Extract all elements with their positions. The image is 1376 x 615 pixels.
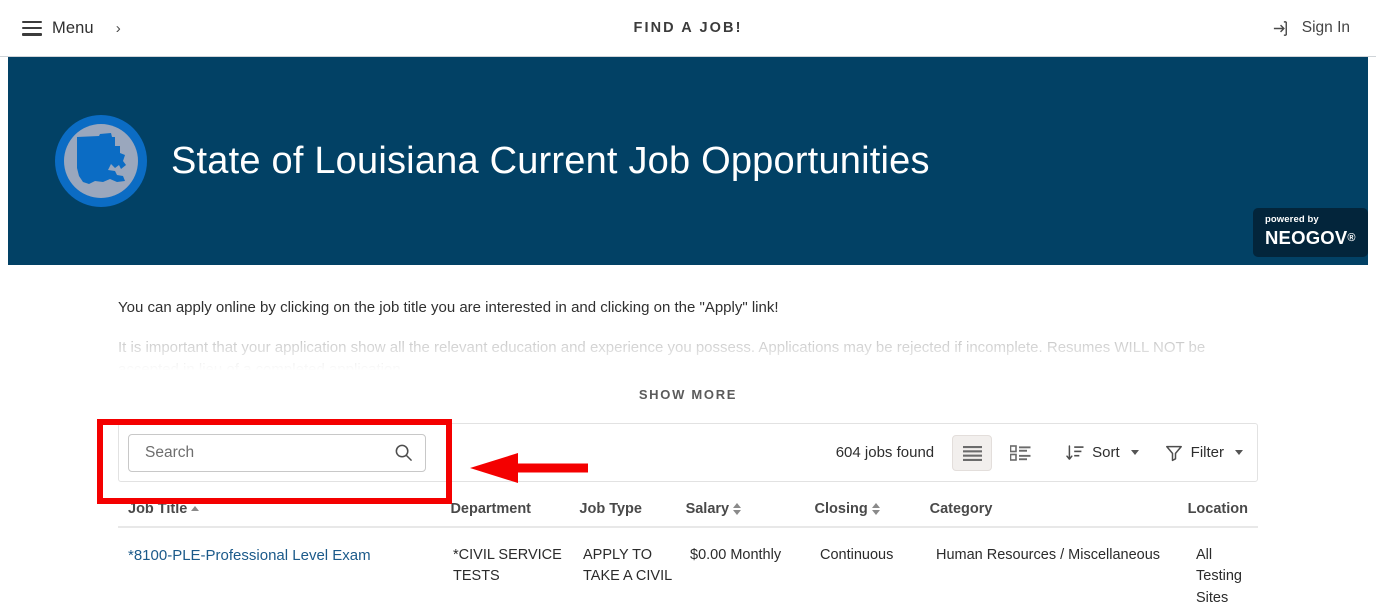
menu-button[interactable]: Menu › xyxy=(22,19,121,38)
cell-salary: $0.00 Monthly xyxy=(690,547,782,563)
page-title: FIND A JOB! xyxy=(633,20,743,36)
jobs-table: Job Title Department Job Type Salary Clo… xyxy=(118,482,1258,609)
sign-in-icon xyxy=(1273,20,1287,36)
louisiana-state-seal-icon xyxy=(53,113,149,209)
list-view-button[interactable] xyxy=(952,434,993,471)
column-header-closing[interactable]: Closing xyxy=(815,501,930,526)
sort-label: Sort xyxy=(1092,444,1120,461)
sign-in-button[interactable]: Sign In xyxy=(1272,19,1350,38)
sort-toggle-icon xyxy=(871,503,880,515)
hero-title: State of Louisiana Current Job Opportuni… xyxy=(171,139,930,182)
filter-label: Filter xyxy=(1190,444,1224,461)
results-toolbar: 604 jobs found xyxy=(118,423,1258,482)
neogov-name: NEOGOV® xyxy=(1265,226,1356,248)
chevron-right-icon: › xyxy=(115,19,121,37)
sign-in-label: Sign In xyxy=(1301,19,1350,36)
grid-view-icon xyxy=(1009,444,1031,461)
search-icon[interactable] xyxy=(394,443,413,462)
search-input[interactable] xyxy=(143,442,394,463)
neogov-powered-by: powered by xyxy=(1265,214,1319,226)
sort-toggle-icon xyxy=(733,503,742,515)
cell-department: *CIVIL SERVICE TESTS xyxy=(453,547,562,585)
grid-view-button[interactable] xyxy=(1000,435,1040,471)
toolbar-controls: 604 jobs found Sort Filter xyxy=(835,434,1243,471)
cell-closing: Continuous xyxy=(820,547,894,563)
list-view-icon xyxy=(962,445,982,461)
neogov-badge: powered by NEOGOV® xyxy=(1253,208,1368,257)
column-header-department[interactable]: Department xyxy=(450,501,579,526)
cell-job-type: APPLY TO TAKE A CIVIL xyxy=(583,547,673,585)
table-header-row: Job Title Department Job Type Salary Clo… xyxy=(118,482,1258,528)
funnel-filter-icon xyxy=(1165,445,1182,461)
hamburger-icon xyxy=(22,20,42,36)
top-navigation-bar: Menu › FIND A JOB! Sign In xyxy=(0,0,1376,57)
jobs-found-count: 604 jobs found xyxy=(835,444,935,461)
sort-button[interactable]: Sort xyxy=(1066,444,1139,462)
search-box[interactable] xyxy=(128,433,426,472)
column-header-job-title[interactable]: Job Title xyxy=(128,501,450,526)
cell-job-title: *8100-PLE-Professional Level Exam xyxy=(128,545,453,609)
show-more-button[interactable]: SHOW MORE xyxy=(0,387,1376,402)
registered-mark: ® xyxy=(1347,231,1356,244)
hero-banner: State of Louisiana Current Job Opportuni… xyxy=(8,57,1368,265)
cell-category: Human Resources / Miscellaneous xyxy=(936,547,1161,563)
sort-ascending-icon xyxy=(191,506,200,511)
chevron-down-icon xyxy=(1130,450,1139,455)
table-row[interactable]: *8100-PLE-Professional Level Exam *CIVIL… xyxy=(118,528,1258,609)
column-header-location[interactable]: Location xyxy=(1188,501,1248,526)
cell-location: All Testing Sites xyxy=(1196,547,1242,606)
intro-paragraph-1: You can apply online by clicking on the … xyxy=(118,299,779,316)
chevron-down-icon xyxy=(1235,450,1243,455)
intro-paragraph-2: It is important that your application sh… xyxy=(118,338,1206,375)
sort-descending-icon xyxy=(1066,444,1084,460)
main-content: You can apply online by clicking on the … xyxy=(0,297,1376,609)
column-header-salary[interactable]: Salary xyxy=(686,501,815,526)
intro-text-block: You can apply online by clicking on the … xyxy=(118,297,1258,375)
column-header-category[interactable]: Category xyxy=(930,501,1188,526)
menu-label: Menu xyxy=(52,18,94,37)
job-title-link[interactable]: *8100-PLE-Professional Level Exam xyxy=(128,547,371,564)
filter-button[interactable]: Filter xyxy=(1165,444,1243,462)
column-header-job-type[interactable]: Job Type xyxy=(579,501,685,526)
